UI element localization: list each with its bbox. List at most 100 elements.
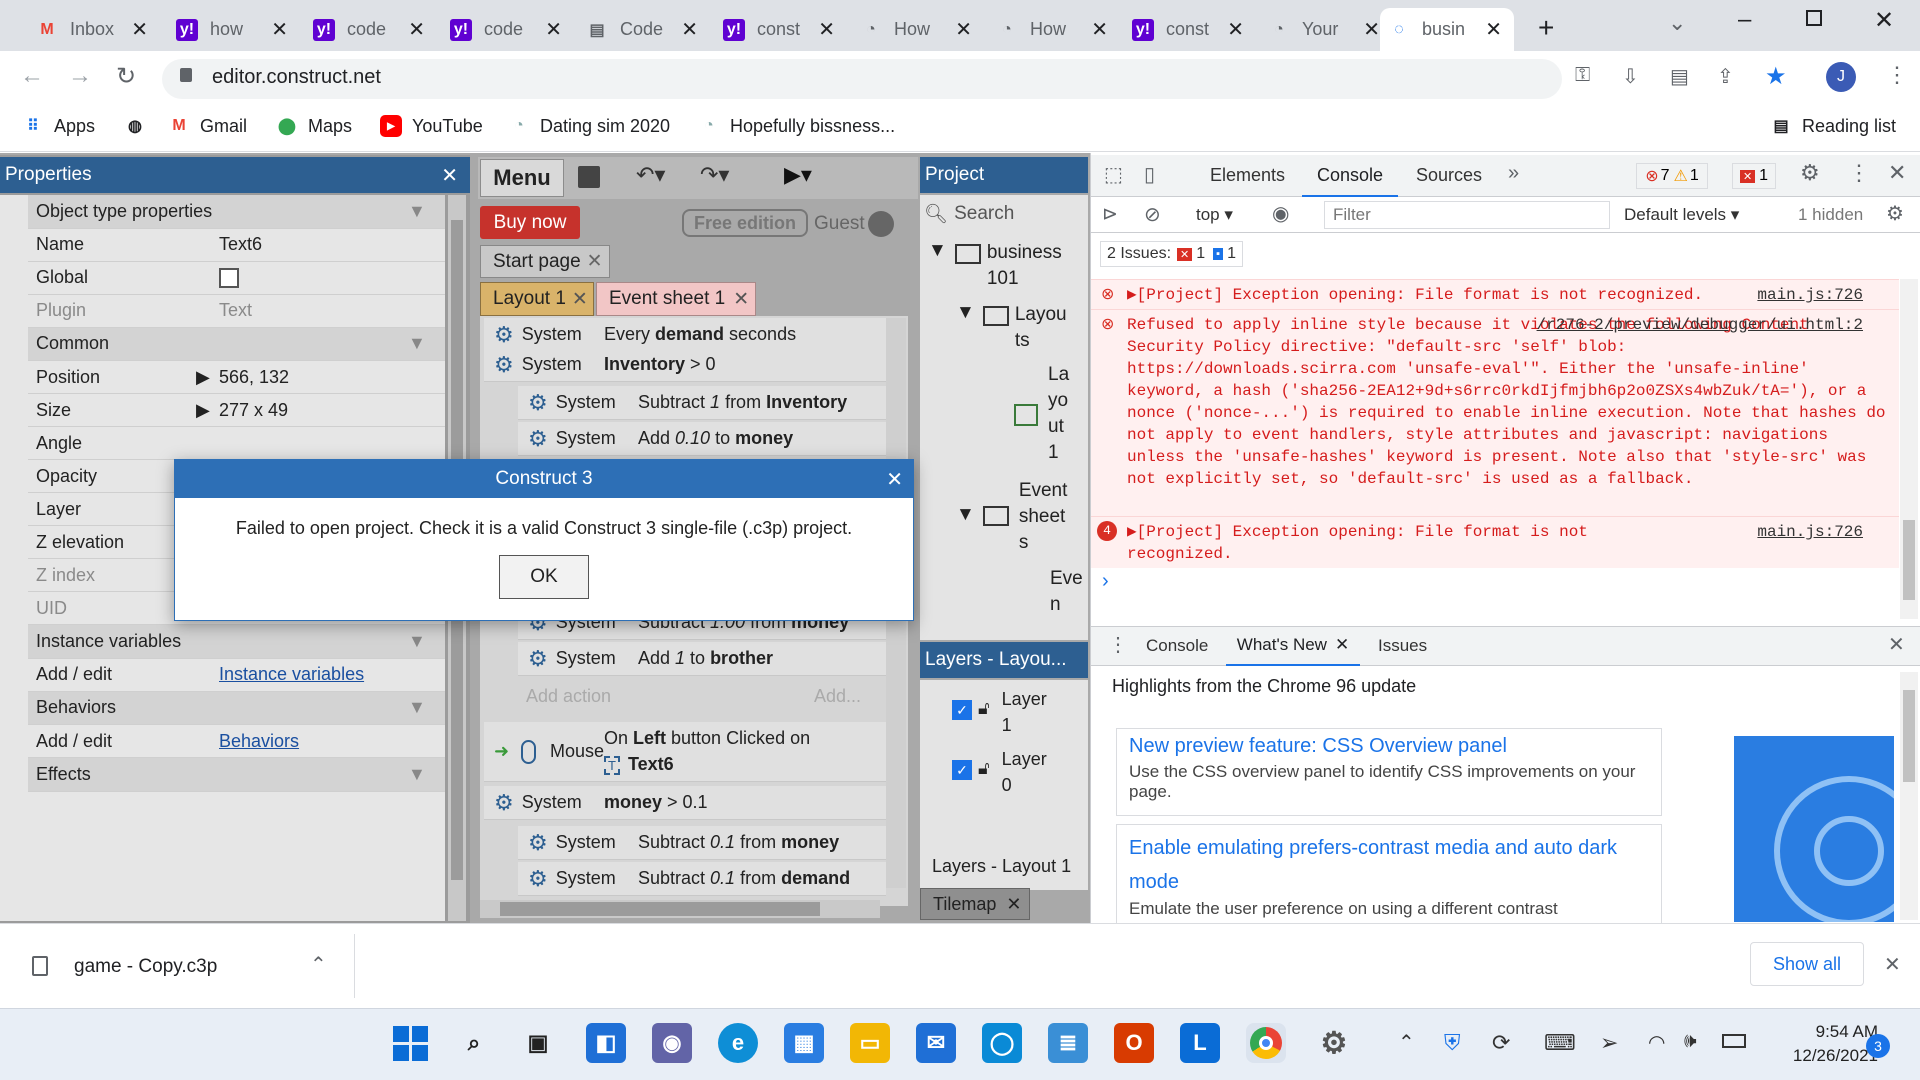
event-object[interactable]: ⚙ System xyxy=(484,790,604,816)
expand-arrow-icon[interactable]: ▼ xyxy=(956,504,975,556)
event-action-row[interactable]: ⚙ System Add 0.10 to money xyxy=(518,422,886,456)
project-search[interactable]: 🔍︎ Search xyxy=(924,200,1086,228)
bookmark-bissness[interactable]: ◔ Hopefully bissness... xyxy=(698,112,895,140)
settings-gear-icon[interactable]: ⚙ xyxy=(1800,160,1820,186)
drawer-menu-icon[interactable]: ⋮ xyxy=(1108,632,1128,657)
restore-button[interactable] xyxy=(1806,10,1822,26)
reading-list[interactable]: ▤ Reading list xyxy=(1770,112,1896,140)
close-icon[interactable]: ✕ xyxy=(1335,635,1349,655)
close-tab-icon[interactable]: ✕ xyxy=(545,17,562,42)
close-tab-icon[interactable]: ✕ xyxy=(271,17,288,42)
app-icon[interactable]: ◯ xyxy=(982,1023,1022,1063)
drawer-tab-whats-new[interactable]: What's New ✕ xyxy=(1226,626,1360,666)
redo-icon[interactable]: ↷▾ xyxy=(700,162,729,188)
lock-icon[interactable]: 🔓︎ xyxy=(978,698,990,719)
collapse-arrow-icon[interactable]: ▼ xyxy=(408,631,426,652)
close-icon[interactable]: ✕ xyxy=(587,250,603,273)
clock-time[interactable]: 9:54 AM xyxy=(1792,1022,1878,1042)
inspect-icon[interactable]: ⬚ xyxy=(1104,162,1123,187)
tree-item-project[interactable]: ▼ business 101 xyxy=(928,240,1086,292)
property-row[interactable]: Add / edit Instance variables xyxy=(28,659,445,692)
browser-tab[interactable]: y! const ✕ xyxy=(715,8,847,51)
l-app-icon[interactable]: L xyxy=(1180,1023,1220,1063)
back-icon[interactable]: ← xyxy=(20,62,44,90)
event-object[interactable]: ⚙ System xyxy=(518,646,638,672)
close-tab-icon[interactable]: ✕ xyxy=(131,17,148,42)
close-icon[interactable]: ✕ xyxy=(572,288,588,311)
bookmark-gmail[interactable]: M Gmail xyxy=(168,112,247,140)
property-section[interactable]: Object type properties ▼ xyxy=(28,195,445,229)
clear-console-icon[interactable]: ⊘ xyxy=(1144,202,1161,227)
browser-tab[interactable]: ◌ busin ✕ xyxy=(1380,8,1514,51)
property-row[interactable]: Global xyxy=(28,262,445,295)
card-title[interactable]: New preview feature: CSS Overview panel xyxy=(1129,735,1649,758)
tree-item-layout-1[interactable]: Layout 1 xyxy=(1014,362,1086,466)
bookmark-dating-sim[interactable]: ◔ Dating sim 2020 xyxy=(508,112,670,140)
office-icon[interactable]: O xyxy=(1114,1023,1154,1063)
property-section[interactable]: Instance variables ▼ xyxy=(28,625,445,659)
location-icon[interactable]: ➢ xyxy=(1600,1030,1618,1056)
star-icon[interactable]: ★ xyxy=(1765,62,1787,91)
issues-counter[interactable]: ✕ 1 xyxy=(1732,163,1776,189)
event-condition-row[interactable]: ➜ Mouse On Left button Clicked on T Text6 xyxy=(484,722,886,782)
wifi-icon[interactable]: ◠ xyxy=(1648,1030,1665,1055)
sidebar-toggle-icon[interactable]: ⊳ xyxy=(1102,203,1118,226)
save-icon[interactable] xyxy=(578,166,600,188)
event-condition-row[interactable]: ⚙ System Every demand seconds xyxy=(484,318,886,352)
whats-new-card-2[interactable]: Enable emulating prefers-contrast media … xyxy=(1116,824,1662,924)
checkbox-icon[interactable]: ✓ xyxy=(952,760,972,780)
console-error-1[interactable]: ⊗ ▶[Project] Exception opening: File for… xyxy=(1091,279,1899,309)
event-object[interactable]: ⚙ System xyxy=(518,830,638,856)
ok-button[interactable]: OK xyxy=(499,555,589,599)
tree-item-event-sheets[interactable]: ▼ Event sheets xyxy=(956,478,1086,556)
event-text[interactable]: Every demand seconds xyxy=(604,324,866,345)
volume-icon[interactable]: 🕪︎ xyxy=(1684,1030,1697,1053)
event-text[interactable]: Add 0.10 to money xyxy=(638,428,866,449)
expand-arrow-icon[interactable]: ▶ xyxy=(196,400,210,421)
browser-tab[interactable]: ◔ How ✕ xyxy=(852,8,984,51)
event-text[interactable]: Inventory > 0 xyxy=(604,354,866,375)
buy-now-button[interactable]: Buy now xyxy=(480,206,580,239)
chevron-up-icon[interactable]: ⌃ xyxy=(310,952,327,977)
event-action-row[interactable]: ⚙ System Subtract 0.1 from money xyxy=(518,826,886,860)
source-link[interactable]: /r276-2/preview/debugger/ui.html:2 xyxy=(1537,314,1863,336)
collapse-arrow-icon[interactable]: ▼ xyxy=(408,201,426,222)
defender-icon[interactable]: ⛨ xyxy=(1444,1030,1461,1056)
add-more-link[interactable]: Add... xyxy=(814,686,861,707)
forward-icon[interactable]: → xyxy=(68,62,92,90)
event-text[interactable]: Add 1 to brother xyxy=(638,648,866,669)
property-link[interactable]: Instance variables xyxy=(213,664,364,685)
undo-icon[interactable]: ↶▾ xyxy=(636,162,665,188)
event-action-row[interactable]: ⚙ System Subtract 1 from Inventory xyxy=(518,386,886,420)
browser-tab[interactable]: M Inbox ✕ xyxy=(28,8,160,51)
close-tab-icon[interactable]: ✕ xyxy=(1485,17,1502,42)
event-text[interactable]: Subtract 0.1 from money xyxy=(638,832,866,853)
event-object[interactable]: ⚙ System xyxy=(484,352,604,378)
close-icon[interactable]: ✕ xyxy=(1888,160,1906,186)
whats-new-card-1[interactable]: New preview feature: CSS Overview panel … xyxy=(1116,728,1662,816)
install-icon[interactable]: ⇩ xyxy=(1622,64,1639,89)
tree-item-layouts[interactable]: ▼ Layouts xyxy=(956,302,1086,354)
collapse-arrow-icon[interactable]: ▼ xyxy=(408,697,426,718)
browser-tab[interactable]: ◔ Your ✕ xyxy=(1260,8,1392,51)
card-title[interactable]: Enable emulating prefers-contrast media … xyxy=(1129,831,1649,899)
property-row[interactable]: Name Text6 xyxy=(28,229,445,262)
browser-tab[interactable]: ◔ How ✕ xyxy=(988,8,1120,51)
issues-bar[interactable]: 2 Issues: ✕ 1 ▪ 1 xyxy=(1100,241,1243,267)
menu-button[interactable]: Menu xyxy=(480,159,564,197)
more-tabs-icon[interactable]: » xyxy=(1508,162,1519,185)
tab-event-sheet-1[interactable]: Event sheet 1 ✕ xyxy=(596,282,756,316)
guest-label[interactable]: Guest xyxy=(814,213,865,235)
lock-icon[interactable]: 🔓︎ xyxy=(978,758,990,779)
collapse-arrow-icon[interactable]: ▼ xyxy=(408,333,426,354)
property-section[interactable]: Common ▼ xyxy=(28,327,445,361)
event-hscroll-thumb[interactable] xyxy=(500,902,820,916)
drawer-scroll-thumb[interactable] xyxy=(1903,690,1915,782)
browser-tab[interactable]: y! code ✕ xyxy=(442,8,574,51)
event-text[interactable]: money > 0.1 xyxy=(604,792,866,813)
url-text[interactable]: editor.construct.net xyxy=(212,66,381,89)
new-tab-button[interactable]: + xyxy=(1538,12,1554,44)
close-icon[interactable]: ✕ xyxy=(733,288,749,311)
close-tab-icon[interactable]: ✕ xyxy=(1091,17,1108,42)
close-icon[interactable]: ✕ xyxy=(1006,894,1021,915)
